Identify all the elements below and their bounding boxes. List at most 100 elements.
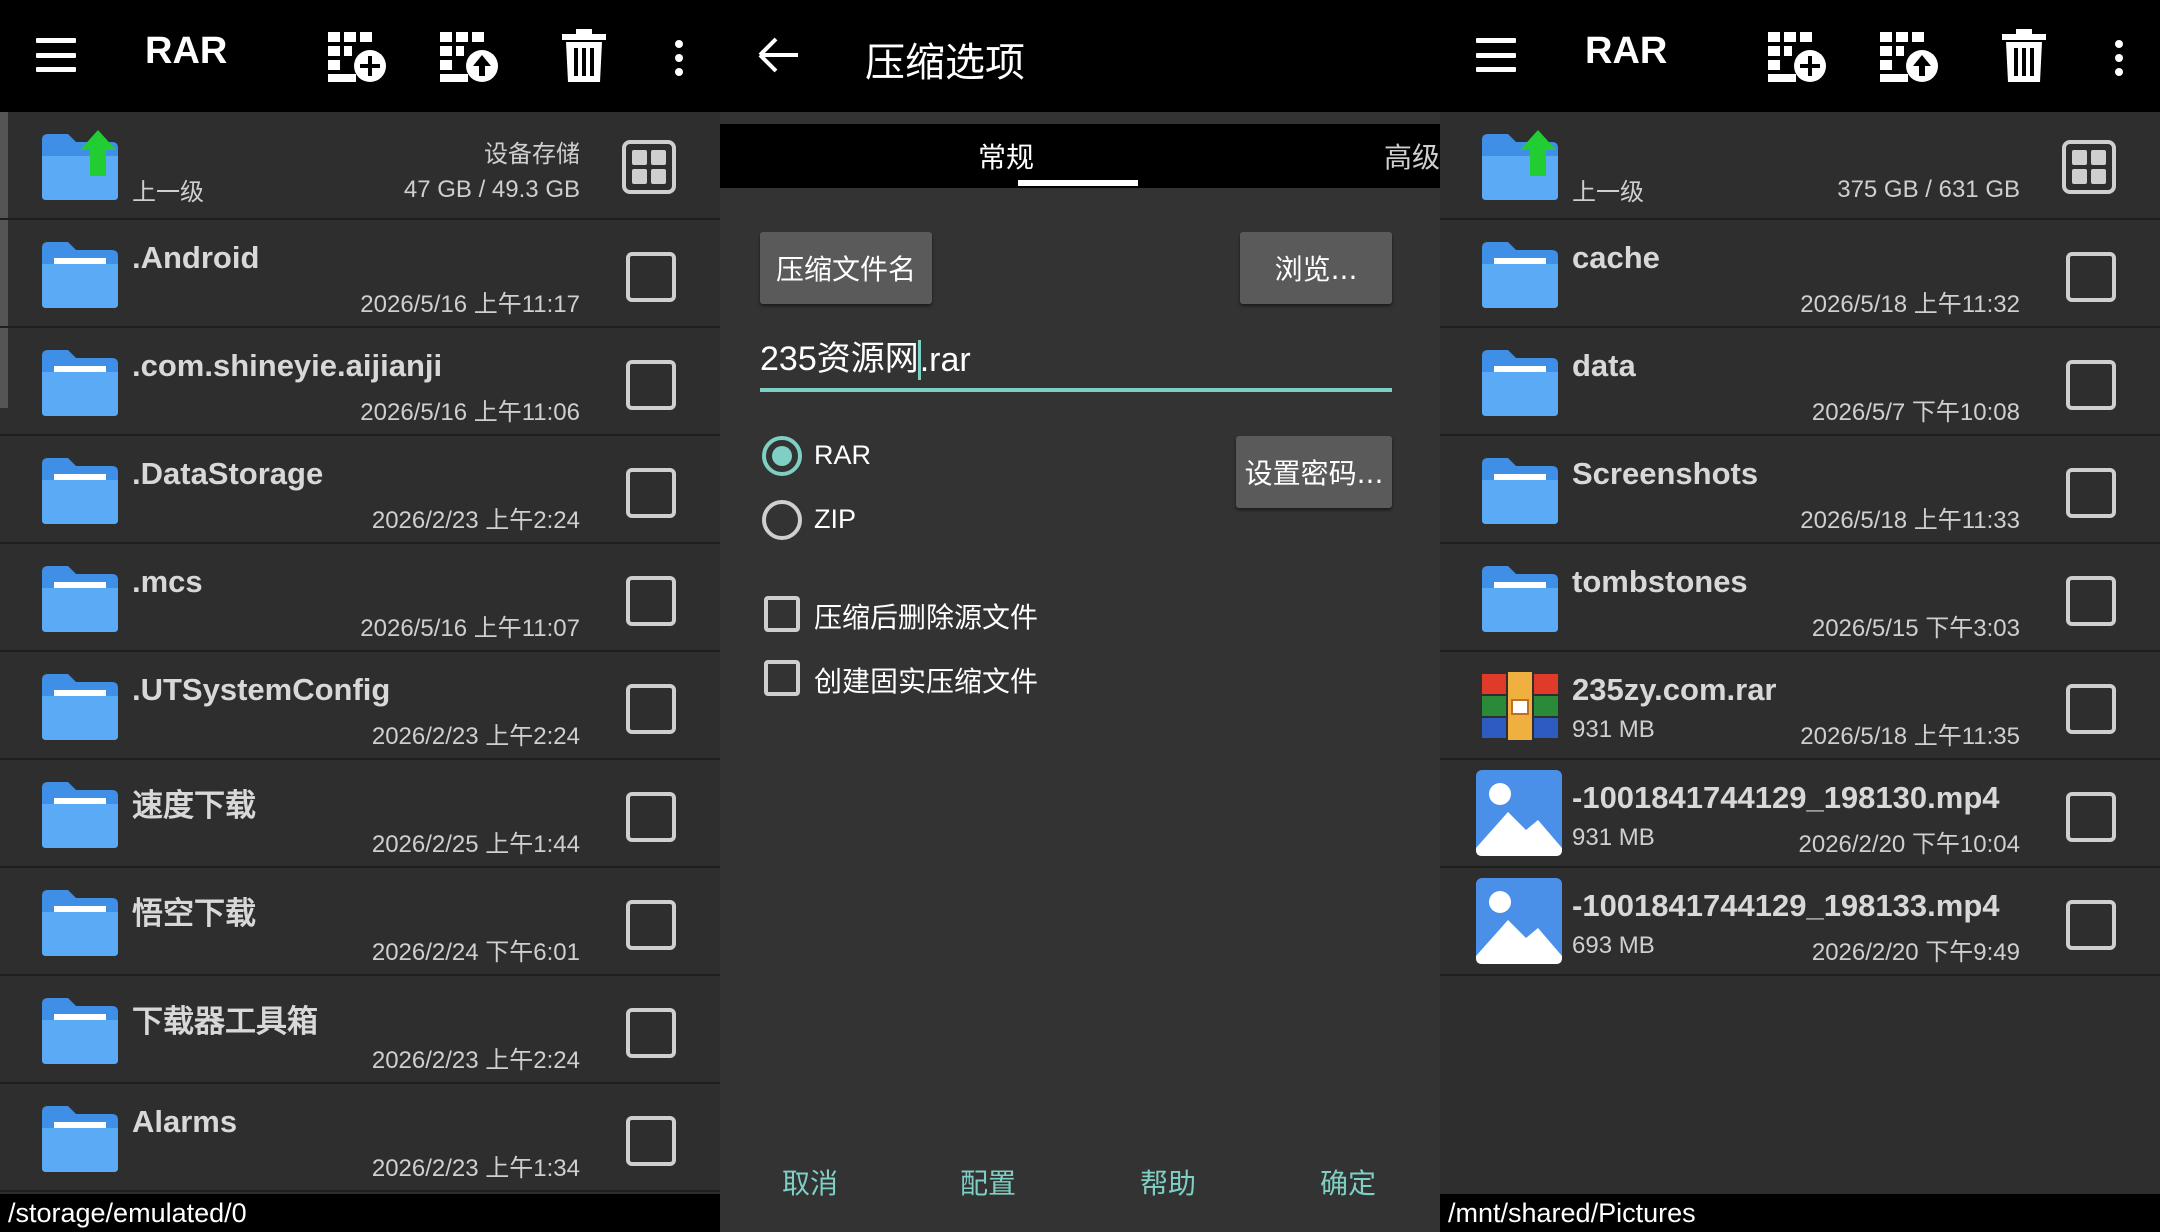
select-checkbox[interactable] [626, 252, 676, 302]
parent-folder-row[interactable]: 上一级 设备存储 47 GB / 49.3 GB [0, 112, 720, 220]
file-name: .mcs [132, 564, 203, 599]
select-checkbox[interactable] [2066, 252, 2116, 302]
storage-name: 设备存储 [484, 140, 580, 168]
file-row[interactable]: 悟空下载 2026/2/24 下午6:01 [0, 868, 720, 976]
extract-icon[interactable] [1878, 28, 1942, 84]
app-title: RAR [145, 30, 228, 72]
file-name: cache [1572, 240, 1660, 275]
file-row[interactable]: .DataStorage 2026/2/23 上午2:24 [0, 436, 720, 544]
select-checkbox[interactable] [626, 900, 676, 950]
file-row[interactable]: 速度下载 2026/2/25 上午1:44 [0, 760, 720, 868]
file-row[interactable]: .com.shineyie.aijianji 2026/5/16 上午11:06 [0, 328, 720, 436]
select-checkbox[interactable] [626, 1116, 676, 1166]
more-options-icon[interactable] [674, 40, 684, 76]
extract-icon[interactable] [438, 28, 502, 84]
delete-icon[interactable] [560, 28, 608, 84]
view-grid-icon[interactable] [2062, 140, 2116, 194]
select-checkbox[interactable] [2066, 576, 2116, 626]
file-row[interactable]: Screenshots 2026/5/18 上午11:33 [1440, 436, 2160, 544]
file-date: 2026/2/25 上午1:44 [371, 831, 580, 858]
file-row[interactable]: data 2026/5/7 下午10:08 [1440, 328, 2160, 436]
set-password-button[interactable]: 设置密码... [1236, 436, 1392, 508]
tab-advanced[interactable]: 高级 [1384, 136, 1440, 176]
up-folder-icon [40, 130, 120, 202]
file-row[interactable]: .UTSystemConfig 2026/2/23 上午2:24 [0, 652, 720, 760]
select-checkbox[interactable] [626, 576, 676, 626]
file-name: 悟空下载 [132, 896, 256, 931]
help-button[interactable]: 帮助 [1140, 1162, 1196, 1202]
file-name: 速度下载 [132, 788, 256, 823]
archive-name-button[interactable]: 压缩文件名 [760, 232, 932, 304]
app-title: RAR [1585, 30, 1668, 72]
right-file-list: 上一级 375 GB / 631 GB cache 2026/5/18 上午11:… [1440, 112, 2160, 976]
more-options-icon[interactable] [2114, 40, 2124, 76]
file-row[interactable]: cache 2026/5/18 上午11:32 [1440, 220, 2160, 328]
delete-after-archive-label: 压缩后删除源文件 [814, 601, 1039, 634]
folder-icon [40, 346, 120, 418]
zip-format-radio[interactable] [762, 500, 802, 540]
right-toolbar: RAR [1440, 0, 2160, 112]
select-checkbox[interactable] [2066, 360, 2116, 410]
rar-format-radio[interactable] [762, 436, 802, 476]
delete-icon[interactable] [2000, 28, 2048, 84]
folder-icon [40, 238, 120, 310]
view-grid-icon[interactable] [622, 140, 676, 194]
profiles-button[interactable]: 配置 [960, 1162, 1016, 1202]
delete-after-archive-checkbox[interactable] [764, 596, 800, 632]
file-size: 693 MB [1572, 932, 1655, 959]
file-date: 2026/5/15 下午3:03 [1811, 615, 2020, 642]
folder-icon [40, 886, 120, 958]
left-file-list: 上一级 设备存储 47 GB / 49.3 GB .Android 2026/5/… [0, 112, 720, 1192]
parent-folder-row[interactable]: 上一级 375 GB / 631 GB [1440, 112, 2160, 220]
tab-indicator [1018, 180, 1138, 186]
file-row[interactable]: .mcs 2026/5/16 上午11:07 [0, 544, 720, 652]
file-date: 2026/5/18 上午11:35 [1800, 723, 2020, 750]
storage-size: 375 GB / 631 GB [1837, 176, 2020, 203]
file-name: .DataStorage [132, 456, 324, 491]
file-row[interactable]: .Android 2026/5/16 上午11:17 [0, 220, 720, 328]
storage-size: 47 GB / 49.3 GB [403, 176, 580, 203]
back-arrow-icon[interactable] [756, 32, 802, 78]
file-row[interactable]: tombstones 2026/5/15 下午3:03 [1440, 544, 2160, 652]
file-date: 2026/2/23 上午2:24 [371, 723, 580, 750]
select-checkbox[interactable] [2066, 684, 2116, 734]
ok-button[interactable]: 确定 [1320, 1162, 1376, 1202]
select-checkbox[interactable] [2066, 792, 2116, 842]
file-row[interactable]: Alarms 2026/2/23 上午1:34 [0, 1084, 720, 1192]
file-name: 235zy.com.rar [1572, 672, 1777, 707]
file-date: 2026/5/18 上午11:33 [1800, 507, 2020, 534]
select-checkbox[interactable] [626, 684, 676, 734]
tab-general[interactable]: 常规 [978, 136, 1034, 176]
select-checkbox[interactable] [626, 792, 676, 842]
image-file-icon [1474, 876, 1564, 966]
file-date: 2026/2/20 下午10:04 [1798, 831, 2021, 858]
solid-archive-checkbox[interactable] [764, 660, 800, 696]
select-checkbox[interactable] [626, 468, 676, 518]
select-checkbox[interactable] [2066, 468, 2116, 518]
file-row[interactable]: -1001841744129_198133.mp4 693 MB 2026/2/20… [1440, 868, 2160, 976]
select-checkbox[interactable] [626, 360, 676, 410]
file-name: 下载器工具箱 [132, 1004, 318, 1039]
file-row[interactable]: -1001841744129_198130.mp4 931 MB 2026/2/20… [1440, 760, 2160, 868]
archive-name-input[interactable]: 235资源网 .rar [760, 334, 1392, 392]
select-checkbox[interactable] [626, 1008, 676, 1058]
parent-label: 上一级 [132, 178, 204, 206]
file-row[interactable]: 235zy.com.rar 931 MB 2026/5/18 上午11:35 [1440, 652, 2160, 760]
file-name: .Android [132, 240, 260, 275]
browse-button[interactable]: 浏览... [1240, 232, 1392, 304]
cancel-button[interactable]: 取消 [782, 1162, 838, 1202]
add-to-archive-icon[interactable] [326, 28, 390, 84]
add-to-archive-icon[interactable] [1766, 28, 1830, 84]
file-name: .com.shineyie.aijianji [132, 348, 443, 383]
file-date: 2026/2/24 下午6:01 [371, 939, 580, 966]
folder-icon [40, 454, 120, 526]
folder-icon [1480, 562, 1560, 634]
menu-icon[interactable] [1476, 38, 1516, 72]
folder-icon [40, 562, 120, 634]
select-checkbox[interactable] [2066, 900, 2116, 950]
folder-icon [1480, 346, 1560, 418]
file-row[interactable]: 下载器工具箱 2026/2/23 上午2:24 [0, 976, 720, 1084]
file-name: .UTSystemConfig [132, 672, 391, 707]
menu-icon[interactable] [36, 38, 76, 72]
filename-text-before-caret: 235资源网 [760, 340, 919, 378]
